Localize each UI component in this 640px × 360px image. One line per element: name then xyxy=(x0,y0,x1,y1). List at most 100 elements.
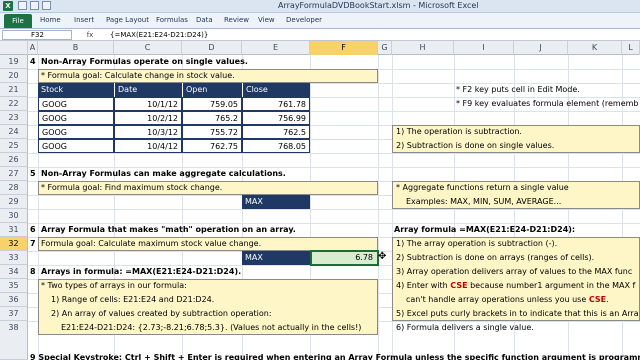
table-cell[interactable]: 10/4/12 xyxy=(114,139,182,153)
section-number[interactable]: 5 xyxy=(28,167,36,181)
array-explanation-line[interactable]: 1) The array operation is subtraction (-… xyxy=(394,237,557,251)
note-f2[interactable]: * F2 key puts cell in Edit Mode. xyxy=(454,83,580,97)
section-heading-partial[interactable]: 9 Special Keystroke: Ctrl + Shift + Ente… xyxy=(28,351,640,360)
name-box[interactable]: F32 xyxy=(2,30,72,40)
table-cell[interactable]: GOOG xyxy=(38,125,114,139)
row-header[interactable]: 26 xyxy=(0,153,28,167)
excel-app-icon[interactable]: X xyxy=(3,1,13,11)
tab-page-layout[interactable]: Page Layout xyxy=(106,16,149,24)
arrays-explanation-line[interactable]: 1) Range of cells: E21:E24 and D21:D24. xyxy=(49,293,214,307)
selected-cell-value[interactable]: 6.78 xyxy=(310,251,376,265)
table-header-cell[interactable]: Date xyxy=(114,83,182,97)
goal-text[interactable]: * Formula goal: Calculate change in stoc… xyxy=(39,69,235,83)
table-cell[interactable]: GOOG xyxy=(38,97,114,111)
row-header[interactable]: 27 xyxy=(0,167,28,181)
section-heading[interactable]: Non-Array Formulas operate on single val… xyxy=(39,55,248,69)
arrays-explanation-line[interactable]: * Two types of arrays in our formula: xyxy=(39,279,187,293)
row-header[interactable]: 30 xyxy=(0,209,28,223)
arrays-explanation-line[interactable]: E21:E24-D21:D24: {2.73;-8.21;6.78;5.3}. … xyxy=(59,321,361,335)
row-header[interactable]: 38 xyxy=(0,321,28,360)
tab-formulas[interactable]: Formulas xyxy=(156,16,188,24)
row-header[interactable]: 19 xyxy=(0,55,28,69)
row-header[interactable]: 34 xyxy=(0,265,28,279)
section-heading[interactable]: Array Formula that makes "math" operatio… xyxy=(39,223,296,237)
array-explanation-line[interactable]: can't handle array operations unless you… xyxy=(404,293,609,307)
column-header-j[interactable]: J xyxy=(514,41,568,55)
section-number[interactable]: 4 xyxy=(28,55,36,69)
column-header-a[interactable]: A xyxy=(28,41,38,55)
row-header[interactable]: 21 xyxy=(0,83,28,97)
array-explanation-line[interactable]: 3) Array operation delivers array of val… xyxy=(394,265,632,279)
save-icon[interactable] xyxy=(18,1,27,10)
column-header-k[interactable]: K xyxy=(568,41,622,55)
table-cell[interactable]: GOOG xyxy=(38,111,114,125)
tab-file[interactable]: File xyxy=(4,14,32,28)
row-header[interactable]: 28 xyxy=(0,181,28,195)
tab-review[interactable]: Review xyxy=(224,16,249,24)
column-header-g[interactable]: G xyxy=(378,41,392,55)
table-cell[interactable]: 765.2 xyxy=(182,111,242,125)
array-explanation-line[interactable]: 4) Enter with CSE because number1 argume… xyxy=(394,279,635,293)
row-header[interactable]: 20 xyxy=(0,69,28,83)
section-number[interactable]: 8 xyxy=(28,265,36,279)
column-header-i[interactable]: I xyxy=(454,41,514,55)
section-heading[interactable]: Non-Array Formulas can make aggregate ca… xyxy=(39,167,286,181)
explanation-line[interactable]: 2) Subtraction is done on single values. xyxy=(394,139,554,153)
column-header-h[interactable]: H xyxy=(392,41,454,55)
note-f9[interactable]: * F9 key evaluates formula element (reme… xyxy=(454,97,639,111)
table-cell[interactable]: 768.05 xyxy=(242,139,310,153)
column-header-e[interactable]: E xyxy=(242,41,310,55)
goal-text[interactable]: Formula goal: Calculate maximum stock va… xyxy=(39,237,261,251)
row-header[interactable]: 24 xyxy=(0,125,28,139)
worksheet-grid[interactable]: 4 Non-Array Formulas operate on single v… xyxy=(28,55,640,360)
row-header[interactable]: 37 xyxy=(0,307,28,321)
tab-home[interactable]: Home xyxy=(40,16,61,24)
array-formula-title[interactable]: Array formula =MAX(E21:E24-D21:D24): xyxy=(392,223,575,237)
select-all-corner[interactable] xyxy=(0,41,28,55)
array-explanation-line[interactable]: 5) Excel puts curly brackets in to indic… xyxy=(394,307,639,321)
row-header[interactable]: 35 xyxy=(0,279,28,293)
column-header-b[interactable]: B xyxy=(38,41,114,55)
tab-developer[interactable]: Developer xyxy=(286,16,322,24)
row-header[interactable]: 25 xyxy=(0,139,28,153)
array-explanation-line[interactable]: 6) Formula delivers a single value. xyxy=(394,321,534,335)
row-header[interactable]: 36 xyxy=(0,293,28,307)
arrays-explanation-line[interactable]: 2) An array of values created by subtrac… xyxy=(49,307,272,321)
max-label-cell[interactable]: MAX xyxy=(242,251,310,265)
aggregate-note-line[interactable]: * Aggregate functions return a single va… xyxy=(394,181,569,195)
tab-data[interactable]: Data xyxy=(196,16,213,24)
undo-icon[interactable] xyxy=(30,1,39,10)
table-cell[interactable]: 10/2/12 xyxy=(114,111,182,125)
row-header[interactable]: 29 xyxy=(0,195,28,209)
aggregate-note-line[interactable]: Examples: MAX, MIN, SUM, AVERAGE... xyxy=(404,195,561,209)
table-header-cell[interactable]: Stock xyxy=(38,83,114,97)
column-header-d[interactable]: D xyxy=(182,41,242,55)
formula-input[interactable]: {=MAX(E21:E24-D21:D24)} xyxy=(110,30,208,40)
section-number[interactable]: 7 xyxy=(28,237,36,251)
table-cell[interactable]: 756.99 xyxy=(242,111,310,125)
table-cell[interactable]: 762.75 xyxy=(182,139,242,153)
column-header-c[interactable]: C xyxy=(114,41,182,55)
tab-insert[interactable]: Insert xyxy=(74,16,94,24)
table-header-cell[interactable]: Close xyxy=(242,83,310,97)
row-header-active[interactable]: 32 xyxy=(0,237,28,251)
table-cell[interactable]: GOOG xyxy=(38,139,114,153)
table-cell[interactable]: 762.5 xyxy=(242,125,310,139)
array-explanation-line[interactable]: 2) Subtraction is done on arrays (ranges… xyxy=(394,251,594,265)
row-header[interactable]: 22 xyxy=(0,97,28,111)
max-label-cell[interactable]: MAX xyxy=(242,195,310,209)
explanation-line[interactable]: 1) The operation is subtraction. xyxy=(394,125,522,139)
row-header[interactable]: 23 xyxy=(0,111,28,125)
row-header[interactable]: 31 xyxy=(0,223,28,237)
insert-function-icon[interactable]: fx xyxy=(76,30,104,40)
table-header-cell[interactable]: Open xyxy=(182,83,242,97)
tab-view[interactable]: View xyxy=(258,16,275,24)
goal-text[interactable]: * Formula goal: Find maximum stock chang… xyxy=(39,181,222,195)
table-cell[interactable]: 10/3/12 xyxy=(114,125,182,139)
table-cell[interactable]: 761.78 xyxy=(242,97,310,111)
column-header-f[interactable]: F xyxy=(310,41,378,55)
redo-icon[interactable] xyxy=(42,1,51,10)
section-heading[interactable]: Arrays in formula: =MAX(E21:E24-D21:D24)… xyxy=(39,265,241,279)
table-cell[interactable]: 759.05 xyxy=(182,97,242,111)
row-header[interactable]: 33 xyxy=(0,251,28,265)
